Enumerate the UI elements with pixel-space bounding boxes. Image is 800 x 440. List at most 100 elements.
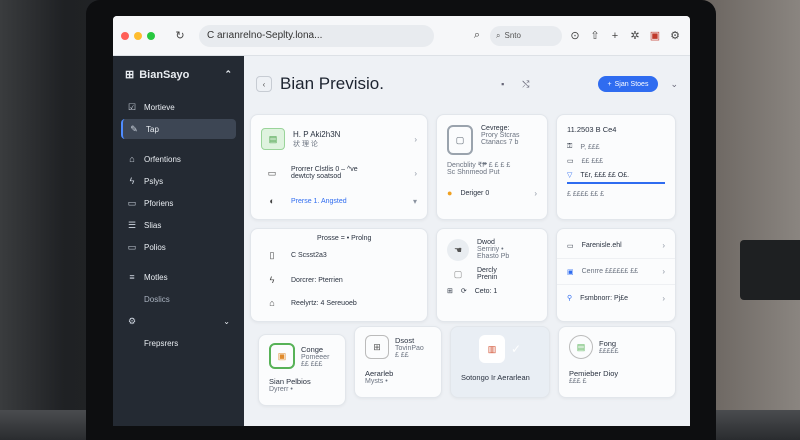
sidebar-item-orfentions[interactable]: ⌂ Orfentions (121, 149, 236, 169)
app-icon: ▣ (269, 343, 295, 369)
sidebar-item-doslics[interactable]: Doslics (121, 289, 236, 309)
tile-title: Conge (301, 344, 324, 354)
item-text: ££ £££ (581, 157, 604, 165)
chevron-down-icon: ▾ (412, 196, 417, 206)
tile-name: Sotongo Ir Aerarlean (461, 373, 530, 382)
share-icon[interactable]: ⇧ (588, 29, 602, 43)
doc-icon: ▭ (127, 241, 137, 252)
key-icon: ⚿ (567, 143, 573, 150)
sidebar-item-tap[interactable]: ✎ Tap (121, 119, 236, 139)
item-text: T£r, £££ ££ O£. (580, 171, 630, 179)
doc-icon: ▭ (567, 242, 574, 250)
chevron-right-icon: › (534, 188, 537, 198)
card-row[interactable]: ϟ Dorcrer: Pterrien (251, 268, 427, 292)
app-icon: ▤ (569, 335, 593, 359)
brand[interactable]: ⊞ BianSayo ⌃ (125, 68, 232, 82)
minimize-dot[interactable] (134, 31, 142, 40)
card-row[interactable]: ▯ C Scsst2a3 (251, 242, 427, 268)
chevron-down-icon[interactable]: ⌄ (223, 317, 230, 326)
shuffle-icon[interactable]: ⤭ (522, 79, 529, 90)
tile-sub: TovinPao (395, 344, 424, 352)
card-row[interactable]: ▢ Dercly Prenin (437, 265, 547, 283)
refresh-icon[interactable]: ↻ (173, 29, 187, 43)
row-text: Reelyrtz: 4 Sereuoeb (291, 299, 357, 307)
card-row[interactable]: ⊞ ⟳ Ceto: 1 (437, 287, 547, 296)
sidebar-item-motles[interactable]: ≡ Motles (121, 267, 236, 287)
search-label: Snto (504, 31, 521, 40)
card-row-selected[interactable]: ▽ T£r, £££ ££ O£. (567, 168, 665, 184)
back-icon[interactable]: ‹ (256, 76, 272, 92)
chevron-down-icon[interactable]: ⌄ (670, 79, 678, 90)
maximize-dot[interactable] (147, 31, 155, 40)
primary-action-button[interactable]: + Sjan Stoes (597, 76, 659, 92)
row-title: H. P Aki2h3N (293, 129, 341, 139)
search-icon[interactable]: ⌕ (470, 29, 484, 43)
address-bar[interactable]: C arıanrelno-Seplty.lona... (199, 24, 434, 47)
tile-title: Dsost (395, 335, 415, 345)
edit-icon: ✎ (130, 123, 138, 134)
sun-icon: ● (447, 188, 453, 198)
chevron-right-icon: › (414, 134, 417, 144)
extension-icon[interactable]: ⊙ (568, 29, 582, 43)
sidebar-item-pforiens[interactable]: ▭ Pforiens (121, 193, 236, 213)
tile-meta: Mysts • (365, 378, 388, 385)
sync-icon: ⟳ (460, 288, 467, 295)
card-row[interactable]: ☚ Dwod Serririy • Ehasto Pb (437, 239, 547, 261)
line: Dercly (477, 267, 497, 274)
hand-icon: ☚ (447, 239, 469, 261)
sidebar-item-frepsrers[interactable]: Frepsrers (121, 333, 236, 353)
card-row[interactable]: ⌂ Reelyrtz: 4 Sereuoeb (251, 292, 427, 314)
row-text: Cenrre ££££££ ££ (581, 268, 639, 275)
row-subtitle: 状 理 论 (293, 140, 318, 148)
search-field[interactable]: ⌕ Snto (490, 25, 562, 46)
chart-app-icon: ▥ (478, 335, 505, 363)
card-row[interactable]: ⚲ Fsmbnorr: Pj£e › (557, 285, 675, 311)
sidebar-item-polios[interactable]: ▭ Polios (121, 237, 236, 257)
sidebar-item-settings[interactable]: ⚙ ⌄ (121, 311, 236, 331)
tile-card[interactable]: ▣ Conge Pomeeer ££ £££ Sian Pelbios Dyre… (258, 334, 346, 406)
sidebar-item-label: Orfentions (144, 154, 181, 164)
tile-name: Sian Pelbios (269, 377, 311, 386)
bookmark-icon[interactable]: ▣ (648, 29, 662, 43)
meta-line-2: Sc Shnmeod Put (447, 169, 500, 176)
close-dot[interactable] (121, 31, 129, 40)
tile-card[interactable]: ▥ ✓ Sotongo Ir Aerarlean (450, 326, 550, 398)
device-icon: ▢ (447, 125, 473, 155)
chevron-right-icon: › (662, 267, 665, 276)
tile-card[interactable]: ▤ Fong £££££ Pemieber Dioy £££ £ (558, 326, 676, 398)
tile-sub: £ ££ (395, 351, 409, 359)
comment-icon[interactable]: ▪ (501, 79, 504, 89)
display-icon: ▭ (267, 167, 277, 178)
search-icon-small: ⌕ (496, 30, 501, 40)
plus-icon[interactable]: + (608, 29, 622, 43)
item-text: £ ££££ ££ £ (567, 190, 604, 198)
tile-card[interactable]: ⊞ Dsost TovinPao £ ££ Aerarleb Mysts • (354, 326, 442, 398)
sidebar-item-slias[interactable]: ☰ Slias (121, 215, 236, 235)
chevron-right-icon: › (662, 293, 665, 303)
bolt-icon: ϟ (269, 275, 275, 285)
card-row[interactable]: ▣ Cenrre ££££££ ££ › (557, 259, 675, 285)
card-row[interactable]: ▭ Farenisle.ehl › (557, 233, 675, 259)
card-row[interactable]: £ ££££ ££ £ (557, 184, 675, 204)
card-row[interactable]: ▤ H. P Aki2h3N 状 理 论 › (251, 121, 427, 157)
tile-name: Pemieber Dioy (569, 369, 619, 378)
window-controls (121, 31, 155, 40)
gear-icon[interactable]: ⚙ (668, 29, 682, 43)
sidebar-item-mortieve[interactable]: ☑ Mortieve (121, 97, 236, 117)
sidebar-item-pslys[interactable]: ϟ Pslys (121, 171, 236, 191)
plus-icon: + (607, 80, 612, 88)
card-row[interactable]: ● Deriger 0 › (437, 188, 547, 198)
row-text: Farenisle.ehl (581, 242, 622, 249)
card-row[interactable]: ⚿ P, £££ (557, 140, 675, 154)
address-text: C arıanrelno-Seplty.lona... (207, 30, 323, 41)
card-row[interactable]: ▭ ££ £££ (557, 154, 675, 168)
grid-icon: ⊞ (447, 288, 453, 295)
chevron-up-icon[interactable]: ⌃ (224, 69, 232, 80)
message-icon: ▤ (261, 128, 285, 150)
card-row[interactable]: ◐ Prerse 1. Angsted ▾ (251, 189, 427, 213)
row-text: Fsmbnorr: Pj£e (580, 294, 628, 302)
card-row[interactable]: ▭ Prorrer Clstlis 0 – ^ve dewtcty soatso… (251, 157, 427, 189)
doc-icon: ▭ (567, 158, 574, 165)
browser-toolbar: ↻ C arıanrelno-Seplty.lona... ⌕ ⌕ Snto ⊙… (113, 16, 690, 56)
star-icon[interactable]: ✲ (628, 29, 642, 43)
